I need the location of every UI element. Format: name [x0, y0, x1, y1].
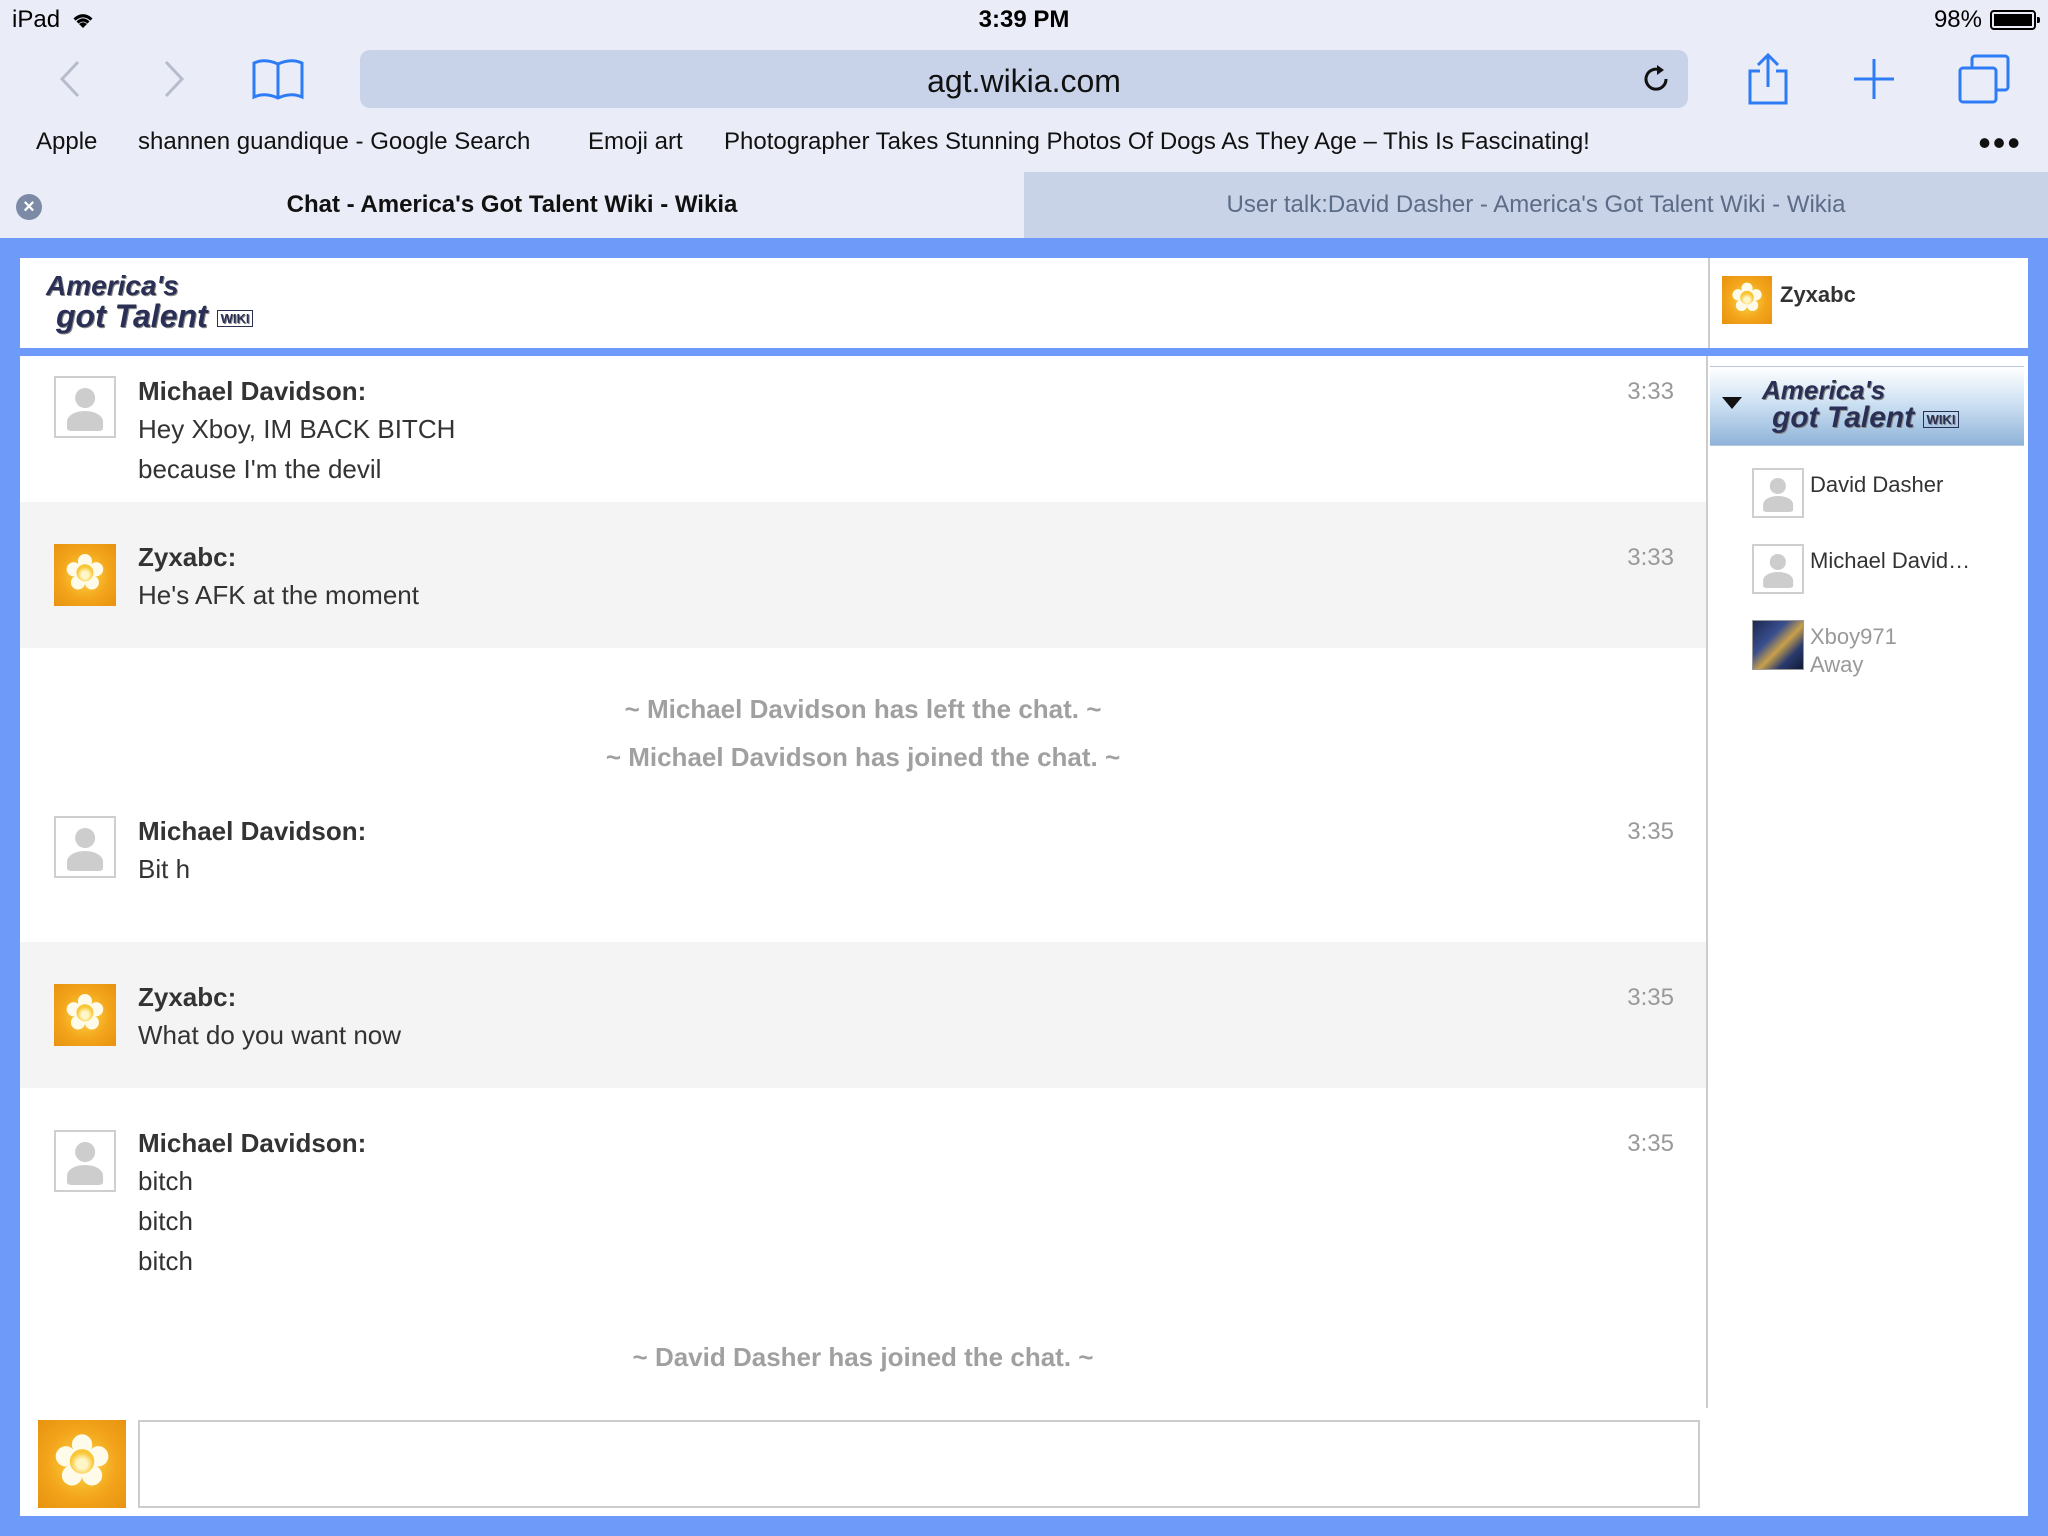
default-avatar	[1752, 468, 1804, 518]
current-user-name: Zyxabc	[1780, 282, 1856, 307]
collapse-triangle-icon[interactable]	[1722, 397, 1742, 409]
bookmarks-bar: Apple shannen guandique - Google Search …	[0, 114, 2048, 170]
user-status-away: Away	[1810, 652, 1864, 677]
browser-chrome: iPad 3:39 PM 98% agt.wikia.com Apple sha…	[0, 0, 2048, 238]
message-username[interactable]: Michael Davidson:	[138, 1128, 366, 1159]
plus-icon	[1854, 59, 1894, 99]
default-avatar	[1752, 544, 1804, 594]
message-text: Bit h	[138, 854, 191, 884]
message-time: 3:33	[1627, 544, 1674, 571]
tab-user-talk-title: User talk:David Dasher - America's Got T…	[1226, 191, 1846, 218]
chat-message: Michael Davidson: Bit h 3:35	[20, 796, 1706, 926]
share-button[interactable]	[1738, 50, 1798, 108]
chevron-right-icon	[164, 60, 185, 98]
user-list-item[interactable]: Michael David…	[1708, 544, 2028, 604]
close-tab-icon[interactable]: ×	[16, 194, 42, 220]
battery-percent: 98%	[1933, 6, 1982, 33]
bookmark-emoji-art[interactable]: Emoji art	[588, 128, 683, 156]
tab-bar: × Chat - America's Got Talent Wiki - Wik…	[0, 172, 2048, 238]
message-text: bitch	[138, 1206, 193, 1236]
user-list-item[interactable]: Xboy971 Away	[1708, 620, 2028, 680]
inline-alert: ~ Michael Davidson has joined the chat. …	[605, 742, 1121, 772]
message-time: 3:33	[1627, 378, 1674, 405]
message-time: 3:35	[1627, 984, 1674, 1011]
chat-user-list: America's got Talent WIKI David Dasher M…	[1708, 356, 2028, 1516]
user-list-name: Xboy971	[1810, 624, 1897, 649]
user-list-name: David Dasher	[1810, 472, 1944, 497]
new-tab-button[interactable]	[1844, 50, 1904, 108]
chat-message: Zyxabc: What do you want now 3:35	[20, 942, 1706, 1088]
tab-chat-title: Chat - America's Got Talent Wiki - Wikia	[286, 191, 738, 218]
default-avatar	[54, 816, 116, 878]
message-username[interactable]: Zyxabc:	[138, 542, 236, 573]
wiki-room-logo: America's got Talent WIKI	[1762, 377, 1960, 433]
share-icon	[1748, 52, 1788, 105]
forward-button[interactable]	[144, 50, 204, 108]
chevron-left-icon	[59, 60, 80, 98]
current-user-avatar	[1722, 276, 1772, 324]
header-divider	[20, 348, 2028, 356]
tab-chat[interactable]: × Chat - America's Got Talent Wiki - Wik…	[0, 172, 1024, 238]
photo-avatar	[1752, 620, 1804, 670]
message-input[interactable]	[138, 1420, 1700, 1508]
battery-icon	[1990, 10, 2040, 30]
chat-message: Zyxabc: He's AFK at the moment 3:33	[20, 502, 1706, 648]
message-username[interactable]: Zyxabc:	[138, 982, 236, 1013]
more-bookmarks-icon[interactable]: •••	[1978, 122, 2022, 164]
chat-message: Michael Davidson: bitch bitch bitch 3:35	[20, 1088, 1706, 1298]
message-text: He's AFK at the moment	[138, 580, 419, 610]
message-time: 3:35	[1627, 818, 1674, 845]
url-text: agt.wikia.com	[927, 63, 1121, 99]
default-avatar	[54, 376, 116, 438]
browser-toolbar: agt.wikia.com	[0, 44, 2048, 114]
address-bar[interactable]: agt.wikia.com	[360, 50, 1688, 108]
bookmark-photographer-dogs[interactable]: Photographer Takes Stunning Photos Of Do…	[724, 128, 1590, 156]
flower-avatar	[54, 544, 116, 606]
composer-avatar	[38, 1420, 126, 1508]
inline-alert: ~ Michael Davidson has left the chat. ~	[624, 694, 1102, 724]
flower-avatar	[54, 984, 116, 1046]
book-icon	[252, 59, 304, 100]
message-list[interactable]: Michael Davidson: Hey Xboy, IM BACK BITC…	[20, 356, 1708, 1408]
message-composer	[20, 1408, 1708, 1516]
tab-user-talk[interactable]: User talk:David Dasher - America's Got T…	[1024, 172, 2048, 238]
inline-alert: ~ David Dasher has joined the chat. ~	[632, 1342, 1094, 1372]
default-avatar	[54, 1130, 116, 1192]
tabs-icon	[1958, 54, 2010, 104]
user-list-name: Michael David…	[1810, 548, 1971, 573]
clock: 3:39 PM	[978, 6, 1070, 33]
reload-icon[interactable]	[1640, 63, 1672, 95]
message-text: because I'm the devil	[138, 454, 382, 484]
bookmarks-button[interactable]	[248, 50, 308, 108]
message-text: bitch	[138, 1246, 193, 1276]
wiki-logo[interactable]: America's got Talent WIKI	[46, 272, 254, 332]
chat-header: America's got Talent WIKI	[20, 258, 1708, 348]
message-time: 3:35	[1627, 1130, 1674, 1157]
user-list-item[interactable]: David Dasher	[1708, 468, 2028, 528]
message-username[interactable]: Michael Davidson:	[138, 376, 366, 407]
tabs-overview-button[interactable]	[1954, 50, 2014, 108]
back-button[interactable]	[40, 50, 100, 108]
message-text: bitch	[138, 1166, 193, 1196]
bookmark-google-search[interactable]: shannen guandique - Google Search	[138, 128, 530, 156]
current-user-panel: Zyxabc	[1708, 258, 2028, 348]
wiki-room-header[interactable]: America's got Talent WIKI	[1710, 366, 2024, 446]
bookmark-apple[interactable]: Apple	[36, 128, 97, 156]
chat-message: Michael Davidson: Hey Xboy, IM BACK BITC…	[20, 356, 1706, 486]
status-bar: iPad 3:39 PM 98%	[0, 0, 2048, 44]
message-username[interactable]: Michael Davidson:	[138, 816, 366, 847]
message-text: What do you want now	[138, 1020, 402, 1050]
chat-page: America's got Talent WIKI Zyxabc Michael…	[20, 258, 2028, 1516]
message-text: Hey Xboy, IM BACK BITCH	[138, 414, 456, 444]
